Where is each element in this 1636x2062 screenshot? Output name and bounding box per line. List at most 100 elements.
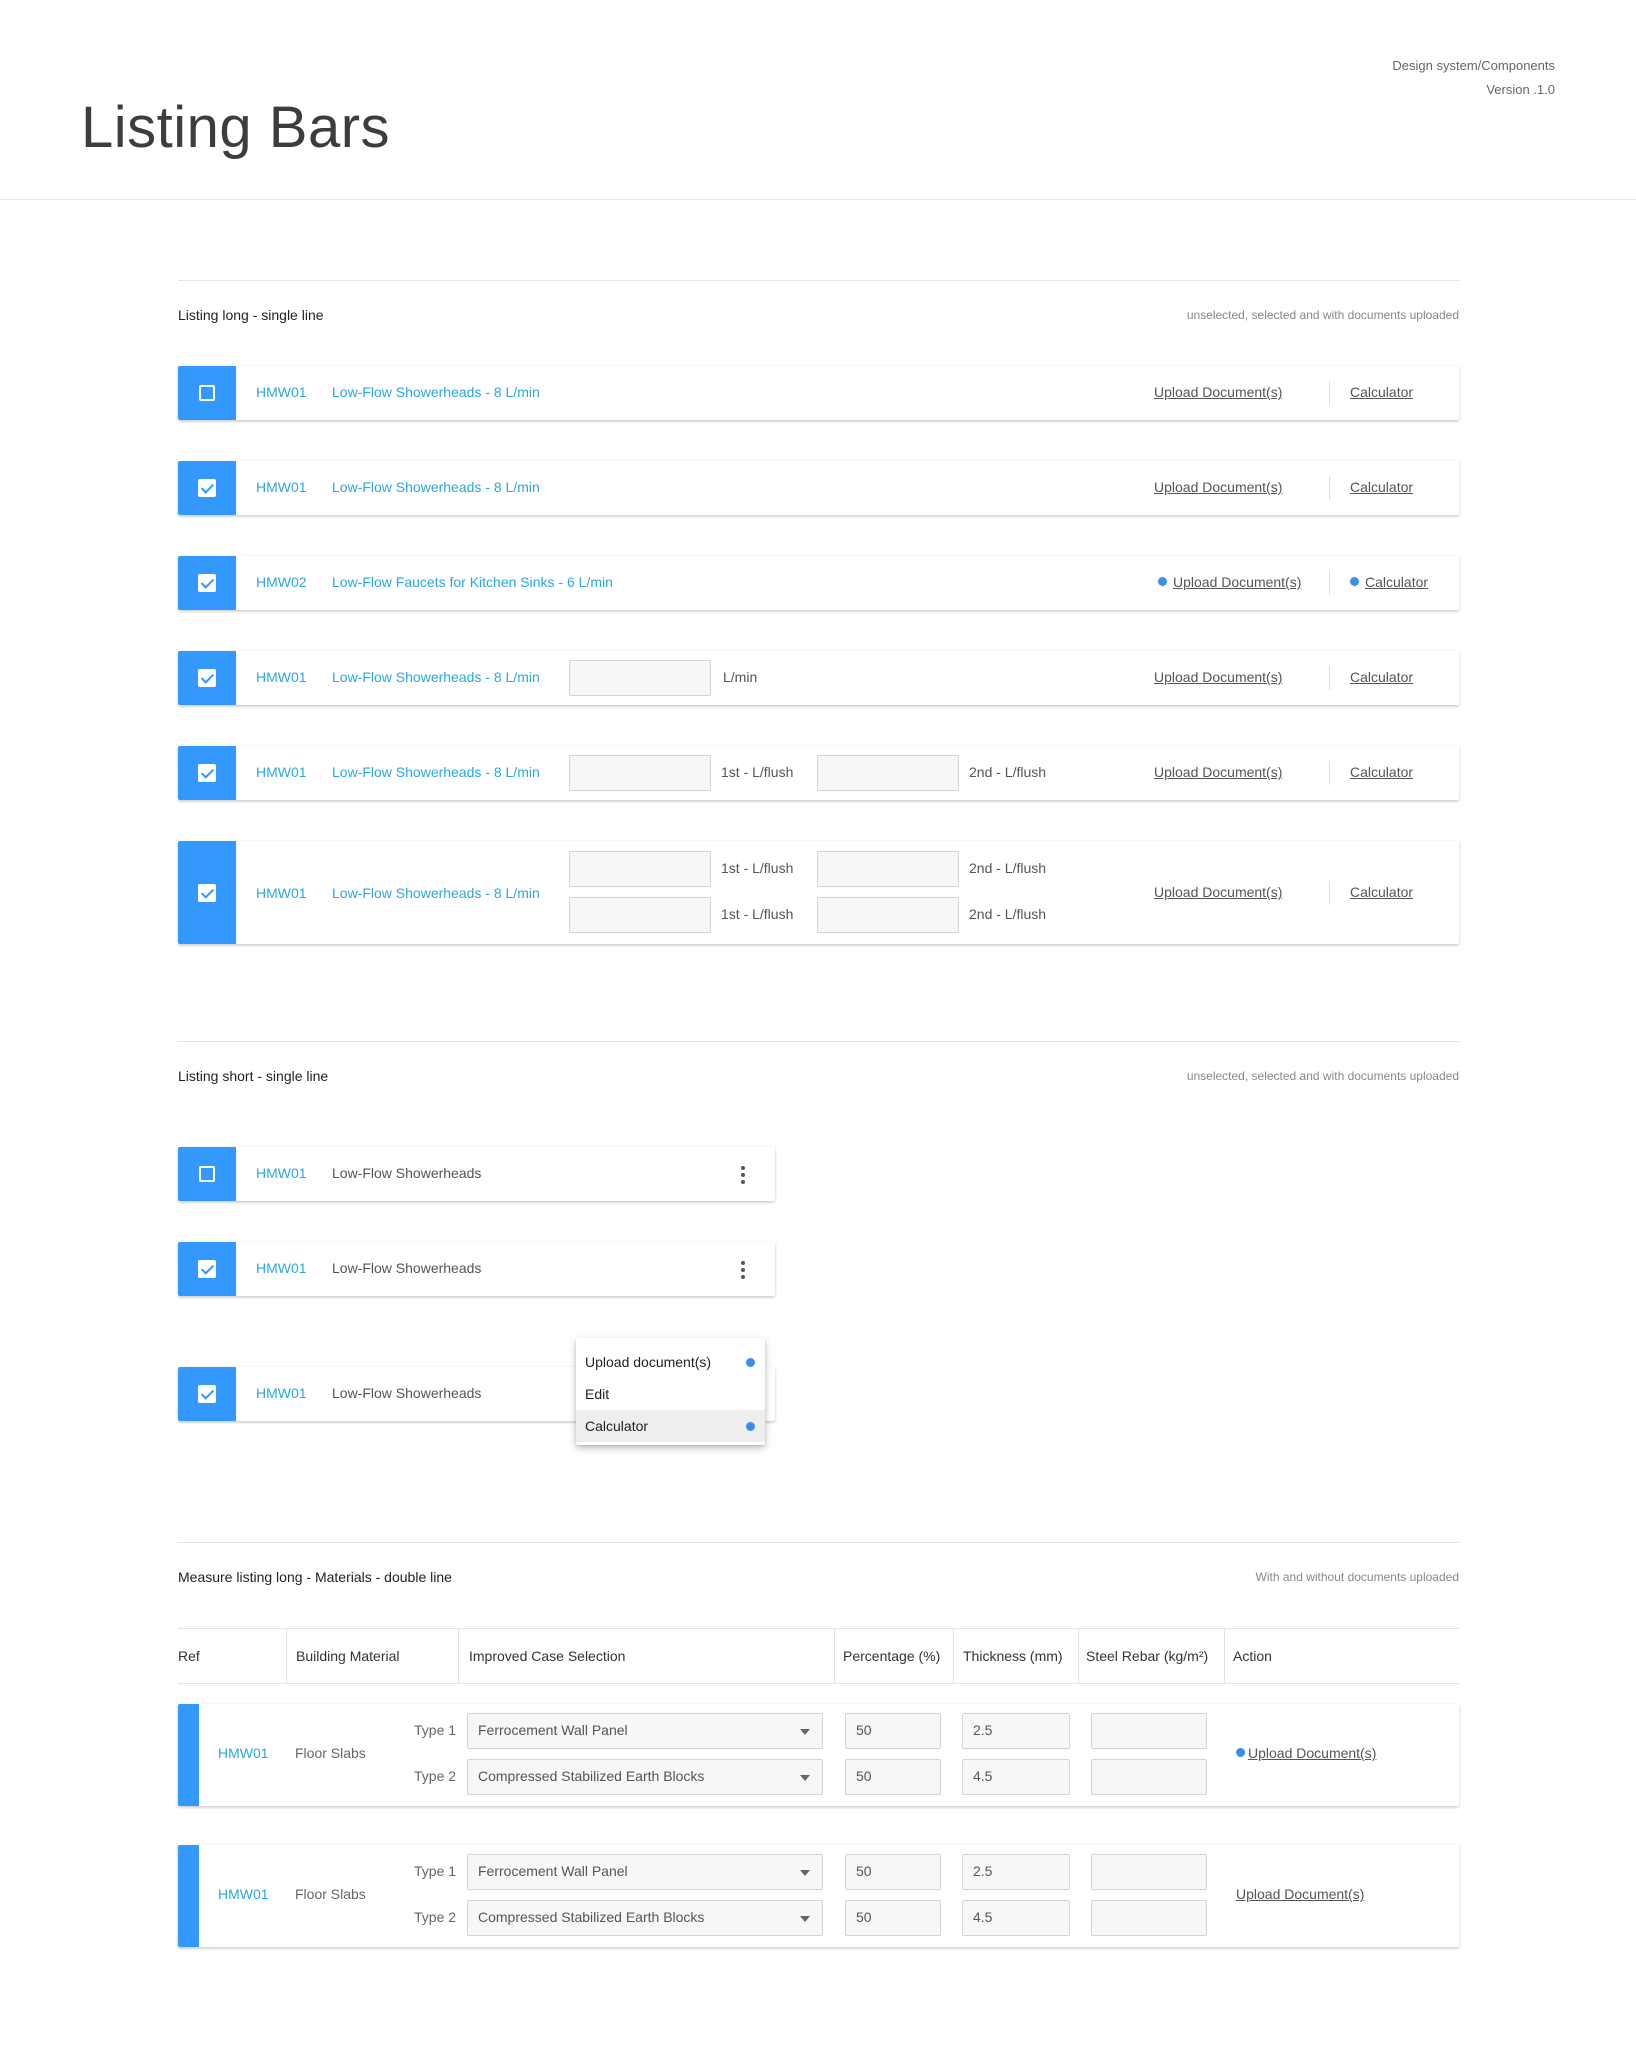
- column-header-action[interactable]: Action: [1233, 1629, 1272, 1683]
- checkbox-checked-icon[interactable]: [198, 1260, 216, 1278]
- checkbox-cell[interactable]: [178, 556, 236, 610]
- item-name[interactable]: Low-Flow Showerheads - 8 L/min: [332, 479, 540, 495]
- measure-ref[interactable]: HMW01: [218, 1745, 269, 1761]
- second-flush-input[interactable]: [817, 897, 959, 933]
- item-code[interactable]: HMW01: [256, 885, 307, 901]
- checkbox-cell[interactable]: [178, 366, 236, 420]
- more-options-icon[interactable]: [741, 1261, 745, 1282]
- checkbox-checked-icon[interactable]: [198, 479, 216, 497]
- item-code[interactable]: HMW01: [256, 384, 307, 400]
- menu-item-upload[interactable]: Upload document(s): [576, 1346, 765, 1378]
- item-code[interactable]: HMW01: [256, 669, 307, 685]
- checkbox-cell[interactable]: [178, 746, 236, 800]
- checkbox-cell[interactable]: [178, 651, 236, 705]
- upload-documents-link[interactable]: Upload Document(s): [1236, 1886, 1364, 1902]
- percentage-input[interactable]: 50: [845, 1759, 941, 1795]
- percentage-input[interactable]: 50: [845, 1900, 941, 1936]
- column-header-ref[interactable]: Ref: [178, 1629, 200, 1683]
- calculator-link[interactable]: Calculator: [1350, 764, 1413, 780]
- upload-documents-link[interactable]: Upload Document(s): [1154, 669, 1282, 685]
- listing-bar-short[interactable]: HMW01 Low-Flow Showerheads: [178, 1242, 775, 1296]
- listing-bar[interactable]: HMW02 Low-Flow Faucets for Kitchen Sinks…: [178, 556, 1459, 610]
- menu-item-calculator[interactable]: Calculator: [576, 1410, 765, 1442]
- listing-bar[interactable]: HMW01 Low-Flow Showerheads - 8 L/min 1st…: [178, 746, 1459, 800]
- column-header-material[interactable]: Building Material: [296, 1629, 400, 1683]
- measure-ref[interactable]: HMW01: [218, 1886, 269, 1902]
- measure-row[interactable]: HMW01 Floor Slabs Type 1 Ferrocement Wal…: [178, 1845, 1459, 1947]
- rebar-input[interactable]: [1091, 1854, 1207, 1890]
- item-name[interactable]: Low-Flow Faucets for Kitchen Sinks - 6 L…: [332, 574, 613, 590]
- item-name[interactable]: Low-Flow Showerheads - 8 L/min: [332, 384, 540, 400]
- item-code[interactable]: HMW01: [256, 1260, 307, 1276]
- item-code[interactable]: HMW02: [256, 574, 307, 590]
- listing-bar[interactable]: HMW01 Low-Flow Showerheads - 8 L/min Upl…: [178, 366, 1459, 420]
- rebar-input[interactable]: [1091, 1713, 1207, 1749]
- thickness-input[interactable]: 4.5: [962, 1759, 1070, 1795]
- column-header-selection[interactable]: Improved Case Selection: [469, 1629, 625, 1683]
- flow-rate-input[interactable]: [569, 660, 711, 696]
- percentage-input[interactable]: 50: [845, 1713, 941, 1749]
- calculator-action[interactable]: Calculator: [1350, 574, 1428, 590]
- upload-documents-link[interactable]: Upload Document(s): [1154, 764, 1282, 780]
- item-name[interactable]: Low-Flow Showerheads: [332, 1260, 481, 1276]
- case-selection-select[interactable]: Ferrocement Wall Panel: [467, 1713, 823, 1749]
- first-flush-input[interactable]: [569, 851, 711, 887]
- column-header-rebar[interactable]: Steel Rebar (kg/m²): [1086, 1629, 1208, 1683]
- checkbox-cell[interactable]: [178, 461, 236, 515]
- case-selection-select[interactable]: Compressed Stabilized Earth Blocks: [467, 1759, 823, 1795]
- checkbox-unchecked-icon[interactable]: [199, 1166, 215, 1182]
- upload-documents-link[interactable]: Upload Document(s): [1173, 574, 1301, 590]
- calculator-link[interactable]: Calculator: [1350, 669, 1413, 685]
- upload-documents-link[interactable]: Upload Document(s): [1154, 479, 1282, 495]
- checkbox-checked-icon[interactable]: [198, 669, 216, 687]
- listing-bar[interactable]: HMW01 Low-Flow Showerheads - 8 L/min 1st…: [178, 841, 1459, 944]
- item-code[interactable]: HMW01: [256, 479, 307, 495]
- more-options-icon[interactable]: [741, 1166, 745, 1187]
- column-header-percentage[interactable]: Percentage (%): [843, 1629, 940, 1683]
- measure-row[interactable]: HMW01 Floor Slabs Type 1 Ferrocement Wal…: [178, 1704, 1459, 1806]
- percentage-input[interactable]: 50: [845, 1854, 941, 1890]
- item-name[interactable]: Low-Flow Showerheads: [332, 1165, 481, 1181]
- checkbox-cell[interactable]: [178, 1242, 236, 1296]
- checkbox-checked-icon[interactable]: [198, 574, 216, 592]
- listing-bar[interactable]: HMW01 Low-Flow Showerheads - 8 L/min Upl…: [178, 461, 1459, 515]
- listing-bar-short[interactable]: HMW01 Low-Flow Showerheads: [178, 1147, 775, 1201]
- upload-documents-link[interactable]: Upload Document(s): [1154, 884, 1282, 900]
- checkbox-cell[interactable]: [178, 841, 236, 944]
- item-name[interactable]: Low-Flow Showerheads - 8 L/min: [332, 669, 540, 685]
- case-selection-select[interactable]: Compressed Stabilized Earth Blocks: [467, 1900, 823, 1936]
- item-code[interactable]: HMW01: [256, 1385, 307, 1401]
- column-header-thickness[interactable]: Thickness (mm): [963, 1629, 1063, 1683]
- item-name[interactable]: Low-Flow Showerheads: [332, 1385, 481, 1401]
- second-flush-input[interactable]: [817, 851, 959, 887]
- calculator-link[interactable]: Calculator: [1350, 479, 1413, 495]
- item-name[interactable]: Low-Flow Showerheads - 8 L/min: [332, 885, 540, 901]
- checkbox-cell[interactable]: [178, 1147, 236, 1201]
- thickness-input[interactable]: 2.5: [962, 1854, 1070, 1890]
- thickness-input[interactable]: 4.5: [962, 1900, 1070, 1936]
- upload-documents-link[interactable]: Upload Document(s): [1154, 384, 1282, 400]
- rebar-input[interactable]: [1091, 1759, 1207, 1795]
- item-name[interactable]: Low-Flow Showerheads - 8 L/min: [332, 764, 540, 780]
- checkbox-checked-icon[interactable]: [198, 764, 216, 782]
- listing-bar[interactable]: HMW01 Low-Flow Showerheads - 8 L/min L/m…: [178, 651, 1459, 705]
- first-flush-input[interactable]: [569, 897, 711, 933]
- upload-documents-action[interactable]: Upload Document(s): [1158, 574, 1301, 590]
- checkbox-cell[interactable]: [178, 1367, 236, 1421]
- calculator-link[interactable]: Calculator: [1350, 884, 1413, 900]
- upload-documents-link[interactable]: Upload Document(s): [1248, 1745, 1376, 1761]
- thickness-input[interactable]: 2.5: [962, 1713, 1070, 1749]
- calculator-link[interactable]: Calculator: [1350, 384, 1413, 400]
- checkbox-checked-icon[interactable]: [198, 883, 216, 902]
- rebar-input[interactable]: [1091, 1900, 1207, 1936]
- options-menu[interactable]: Upload document(s) Edit Calculator: [576, 1338, 765, 1445]
- menu-item-edit[interactable]: Edit: [576, 1378, 765, 1410]
- second-flush-input[interactable]: [817, 755, 959, 791]
- case-selection-select[interactable]: Ferrocement Wall Panel: [467, 1854, 823, 1890]
- upload-documents-action[interactable]: Upload Document(s): [1236, 1745, 1376, 1761]
- first-flush-input[interactable]: [569, 755, 711, 791]
- item-code[interactable]: HMW01: [256, 1165, 307, 1181]
- checkbox-checked-icon[interactable]: [198, 1385, 216, 1403]
- checkbox-unchecked-icon[interactable]: [199, 385, 215, 401]
- calculator-link[interactable]: Calculator: [1365, 574, 1428, 590]
